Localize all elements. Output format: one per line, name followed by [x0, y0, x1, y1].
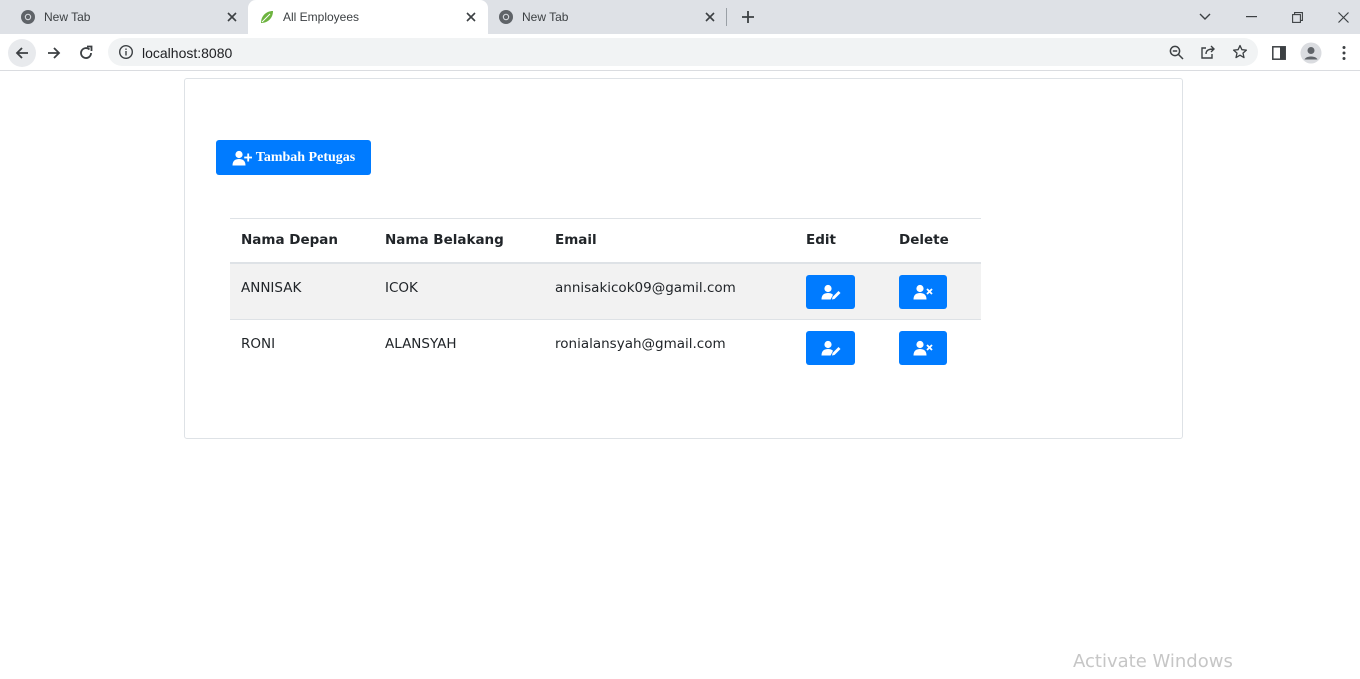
- user-times-icon: [913, 284, 933, 299]
- plus-icon: [742, 11, 754, 23]
- email-cell: ronialansyah@gmail.com: [544, 319, 795, 377]
- add-employee-button[interactable]: Tambah Petugas: [216, 140, 371, 175]
- tab-title: New Tab: [44, 10, 91, 24]
- tab-new-tab-1[interactable]: New Tab: [0, 0, 248, 34]
- tab-title: All Employees: [283, 10, 360, 24]
- close-tab-icon[interactable]: [463, 9, 479, 25]
- employees-table: Nama Depan Nama Belakang Email Edit Dele…: [230, 218, 981, 377]
- chrome-icon: [21, 10, 35, 24]
- add-employee-label: Tambah Petugas: [255, 149, 356, 165]
- close-tab-icon[interactable]: [702, 9, 718, 25]
- side-panel-icon: [1272, 46, 1286, 60]
- share-icon[interactable]: [1200, 44, 1216, 60]
- tab-divider: [726, 8, 727, 26]
- zoom-icon[interactable]: [1168, 44, 1184, 60]
- url-text[interactable]: localhost:8080: [142, 45, 232, 61]
- column-header-delete: Delete: [888, 218, 981, 264]
- chrome-icon: [499, 10, 513, 24]
- user-edit-icon: [821, 284, 840, 299]
- edit-cell: [795, 262, 888, 320]
- edit-button[interactable]: [806, 331, 855, 365]
- delete-button[interactable]: [899, 331, 947, 365]
- user-plus-icon: [232, 150, 252, 165]
- column-header-email: Email: [544, 218, 795, 264]
- column-header-first-name: Nama Depan: [230, 218, 374, 264]
- restore-icon: [1291, 11, 1303, 23]
- arrow-right-icon: [48, 47, 61, 59]
- minimize-icon: [1245, 16, 1257, 18]
- email-cell: annisakicok09@gamil.com: [544, 262, 795, 320]
- close-tab-icon[interactable]: [224, 9, 240, 25]
- tab-search-button[interactable]: [1182, 0, 1228, 34]
- column-header-edit: Edit: [795, 218, 888, 264]
- table-row: RONI ALANSYAH ronialansyah@gmail.com: [230, 319, 981, 377]
- delete-button[interactable]: [899, 274, 947, 309]
- user-times-icon: [913, 340, 933, 356]
- close-icon: [1337, 11, 1349, 23]
- tab-strip: New Tab All Employees New Tab: [0, 0, 1360, 34]
- delete-cell: [888, 262, 981, 320]
- menu-button[interactable]: [1330, 39, 1358, 67]
- last-name-cell: ICOK: [374, 262, 544, 320]
- chevron-down-icon: [1199, 13, 1211, 20]
- column-header-last-name: Nama Belakang: [374, 218, 544, 264]
- edit-button[interactable]: [806, 274, 855, 309]
- reload-button[interactable]: [72, 39, 100, 67]
- table-row: ANNISAK ICOK annisakicok09@gamil.com: [230, 262, 981, 320]
- profile-button[interactable]: [1297, 39, 1325, 67]
- forward-button[interactable]: [40, 39, 68, 67]
- profile-avatar-icon: [1300, 42, 1322, 64]
- edit-cell: [795, 319, 888, 377]
- first-name-cell: ANNISAK: [230, 262, 374, 320]
- tab-title: New Tab: [522, 10, 569, 24]
- browser-toolbar: localhost:8080: [0, 34, 1360, 71]
- table-header-row: Nama Depan Nama Belakang Email Edit Dele…: [230, 218, 981, 264]
- last-name-cell: ALANSYAH: [374, 319, 544, 377]
- delete-cell: [888, 319, 981, 377]
- back-button[interactable]: [8, 39, 36, 67]
- spring-leaf-icon: [261, 11, 273, 23]
- restore-button[interactable]: [1274, 0, 1320, 34]
- side-panel-button[interactable]: [1265, 39, 1293, 67]
- tab-new-tab-2[interactable]: New Tab: [488, 0, 728, 34]
- reload-icon: [80, 45, 93, 59]
- arrow-left-icon: [15, 47, 28, 59]
- user-edit-icon: [821, 340, 840, 356]
- first-name-cell: RONI: [230, 319, 374, 377]
- new-tab-button[interactable]: [738, 8, 758, 26]
- address-bar[interactable]: localhost:8080: [108, 38, 1258, 66]
- info-icon[interactable]: [118, 44, 134, 60]
- bookmark-star-icon[interactable]: [1232, 44, 1248, 60]
- close-window-button[interactable]: [1320, 0, 1360, 34]
- activate-windows-watermark: Activate Windows: [1073, 651, 1233, 672]
- minimize-button[interactable]: [1228, 0, 1274, 34]
- kebab-menu-icon: [1342, 46, 1346, 60]
- tab-all-employees[interactable]: All Employees: [248, 0, 488, 34]
